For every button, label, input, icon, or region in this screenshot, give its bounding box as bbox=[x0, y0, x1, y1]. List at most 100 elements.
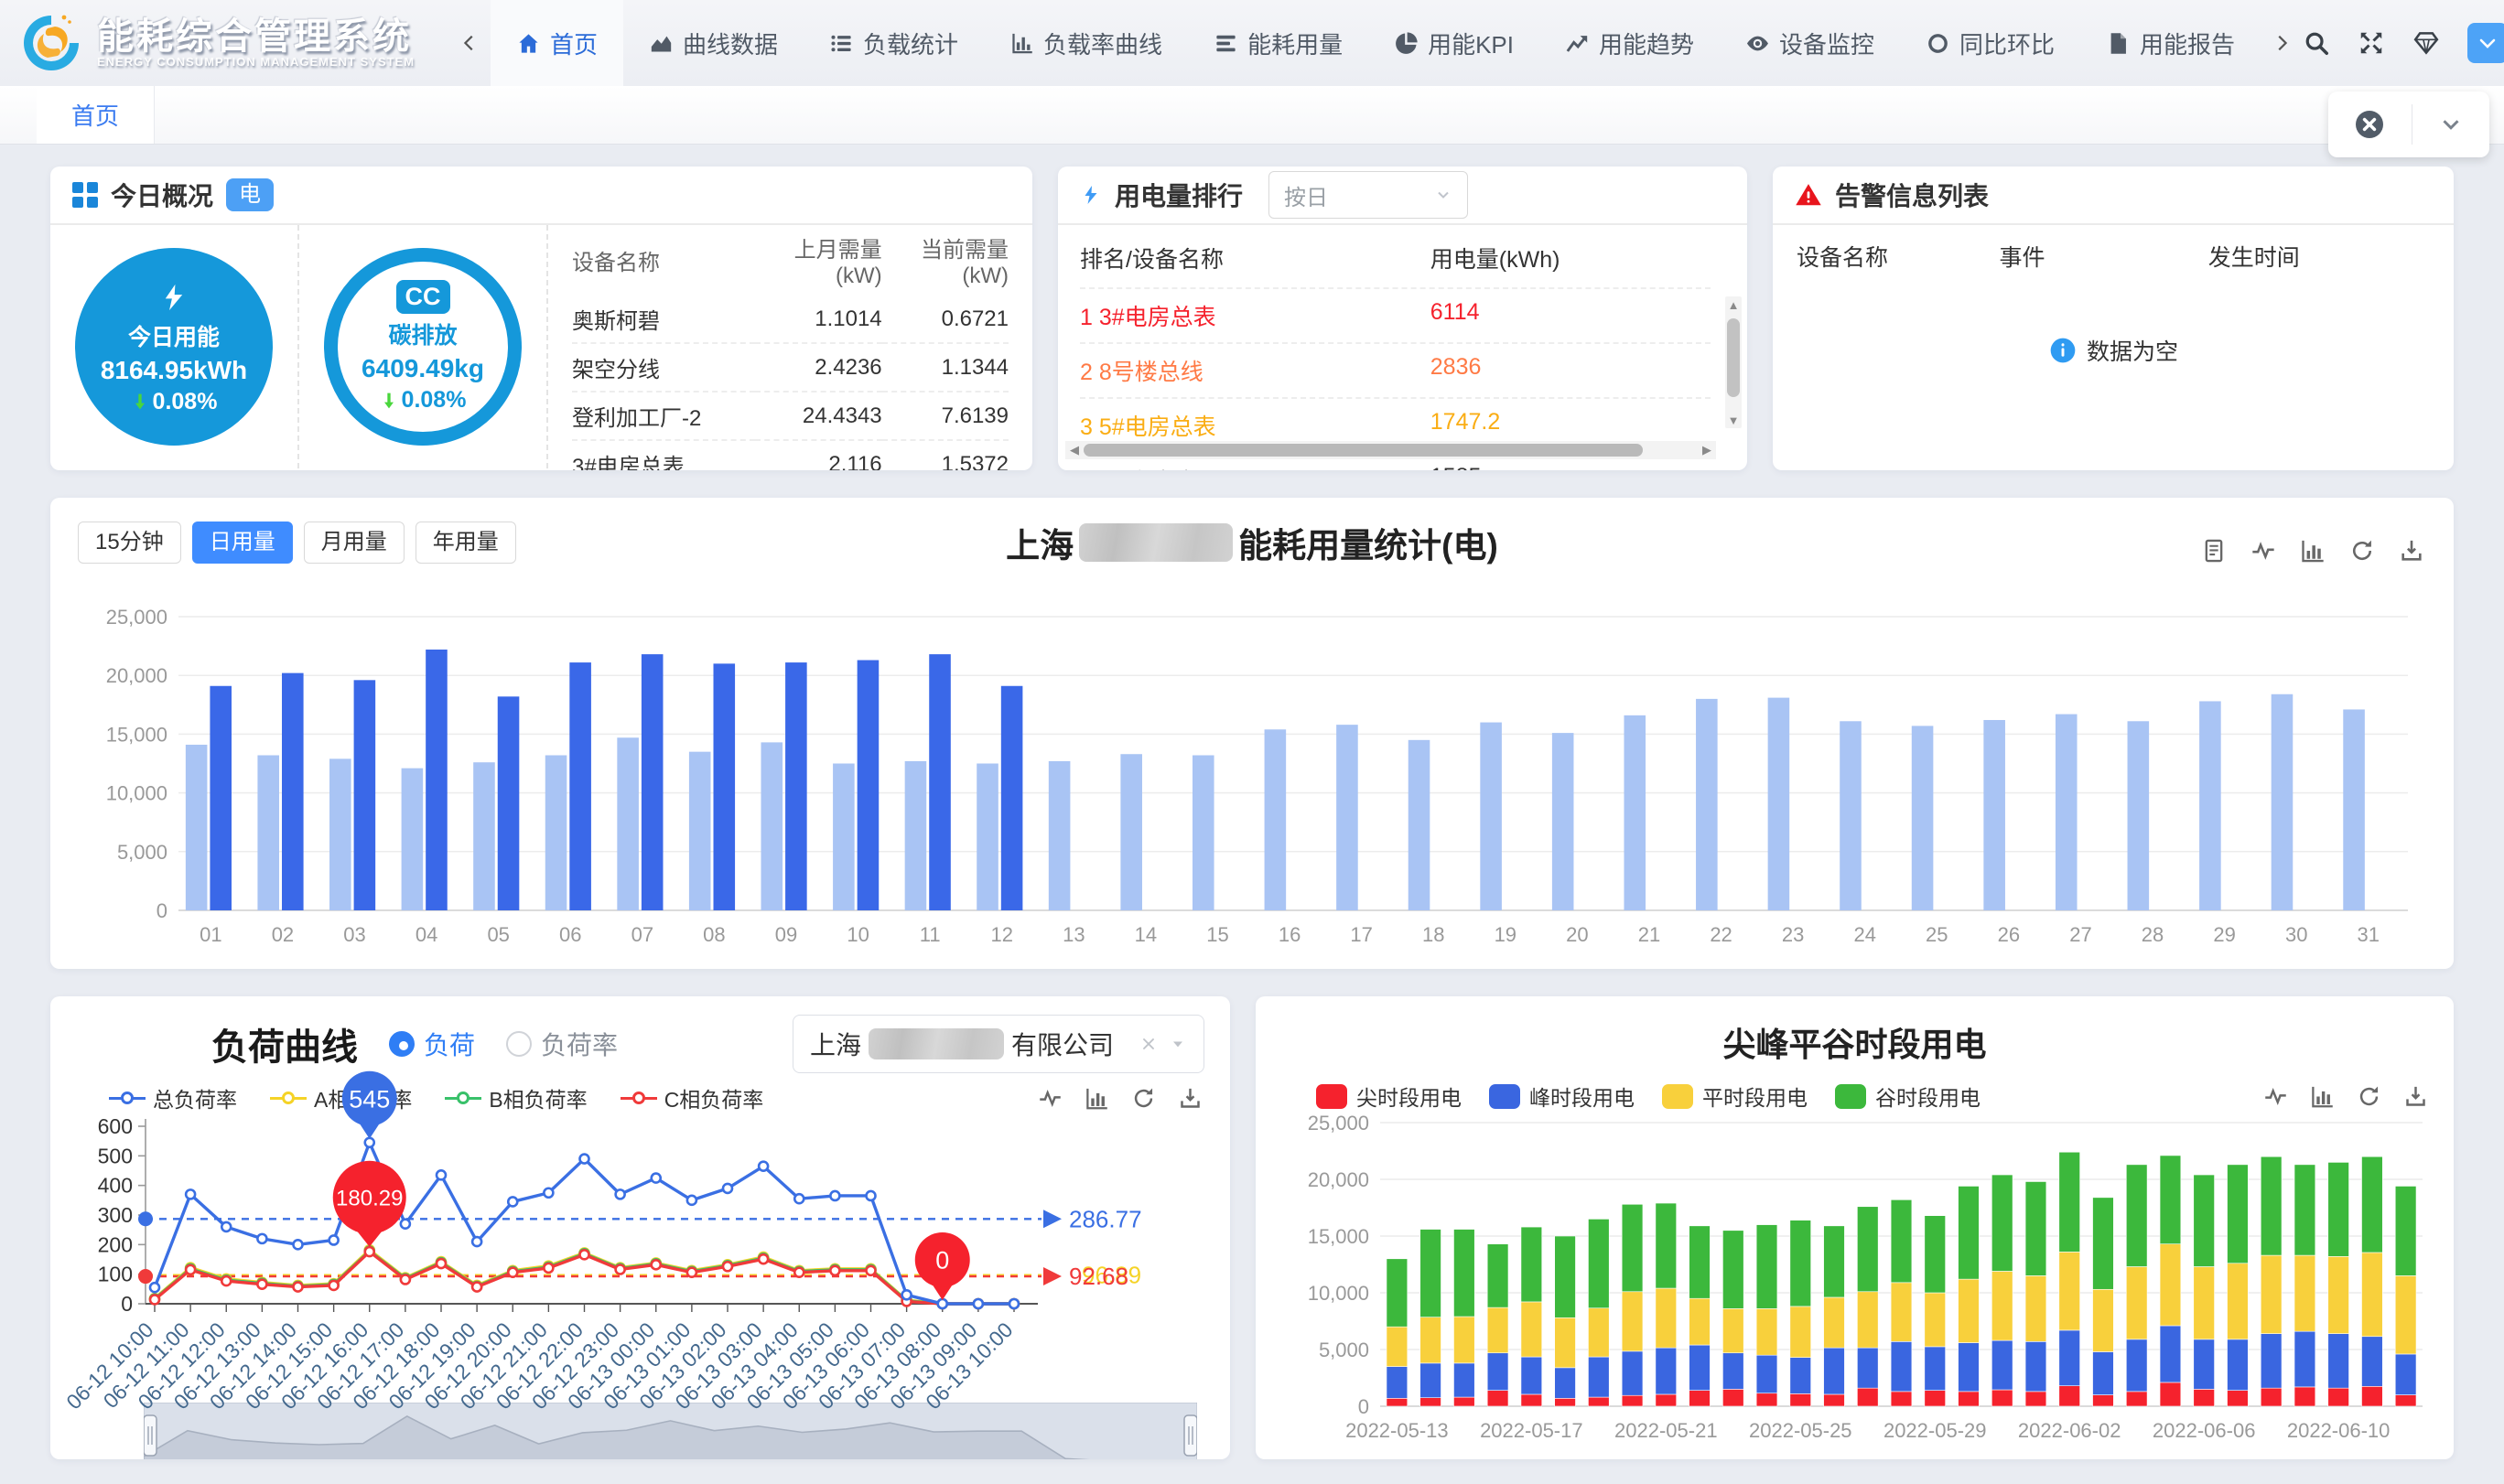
refresh-icon[interactable] bbox=[1131, 1086, 1156, 1111]
line-chart-icon[interactable] bbox=[1038, 1086, 1063, 1111]
nav-scroll-right-icon[interactable] bbox=[2261, 29, 2303, 57]
ranking-vertical-scrollbar[interactable]: ▲▼ bbox=[1725, 296, 1742, 428]
nav-item-能耗用量[interactable]: 能耗用量 bbox=[1188, 0, 1368, 86]
panel-today-overview: 今日概况 电 今日用能 8164.95kWh 0.08% bbox=[50, 167, 1032, 470]
legend-item-C相负荷率[interactable]: C相负荷率 bbox=[621, 1082, 764, 1113]
tab-home[interactable]: 首页 bbox=[37, 86, 155, 144]
ranking-period-value: 按日 bbox=[1284, 179, 1328, 211]
legend-item-尖时段用电[interactable]: 尖时段用电 bbox=[1316, 1081, 1462, 1112]
download-icon[interactable] bbox=[2403, 1084, 2428, 1109]
svg-text:14: 14 bbox=[1135, 923, 1157, 946]
bar-chart-icon[interactable] bbox=[2300, 538, 2326, 564]
svg-text:5,000: 5,000 bbox=[117, 841, 167, 864]
svg-text:0: 0 bbox=[1358, 1395, 1369, 1418]
range-button-年用量[interactable]: 年用量 bbox=[416, 522, 516, 564]
load-curve-datazoom-slider[interactable] bbox=[144, 1403, 1197, 1459]
nav-item-用能KPI[interactable]: 用能KPI bbox=[1368, 0, 1539, 86]
legend-item-B相负荷率[interactable]: B相负荷率 bbox=[445, 1082, 587, 1113]
alarm-col-time: 发生时间 bbox=[2208, 240, 2430, 273]
nav-scroll-left-icon[interactable] bbox=[448, 29, 491, 57]
legend-item-谷时段用电[interactable]: 谷时段用电 bbox=[1835, 1081, 1981, 1112]
tab-menu-chevron-icon[interactable] bbox=[2437, 111, 2465, 138]
nav-item-负载统计[interactable]: 负载统计 bbox=[804, 0, 984, 86]
radio-负荷[interactable]: 负荷 bbox=[389, 1026, 475, 1062]
chevron-down-icon bbox=[1434, 186, 1452, 204]
ranking-period-select[interactable]: 按日 bbox=[1268, 171, 1468, 219]
redacted-company-name bbox=[1079, 523, 1233, 562]
refresh-icon[interactable] bbox=[2349, 538, 2375, 564]
nav-item-label: 负载率曲线 bbox=[1043, 27, 1162, 60]
clear-icon[interactable] bbox=[1139, 1035, 1158, 1053]
svg-text:13: 13 bbox=[1063, 923, 1085, 946]
peak-chart-canvas: 05,00010,00015,00020,00025,0002022-05-13… bbox=[1281, 1113, 2434, 1448]
legend-item-峰时段用电[interactable]: 峰时段用电 bbox=[1489, 1081, 1635, 1112]
svg-text:09: 09 bbox=[775, 923, 797, 946]
electric-badge[interactable]: 电 bbox=[226, 178, 274, 211]
close-tab-icon[interactable] bbox=[2353, 108, 2386, 141]
svg-text:28: 28 bbox=[2142, 923, 2164, 946]
svg-text:01: 01 bbox=[200, 923, 221, 946]
load-curve-canvas: 010020030040050060006-12 10:0006-12 11:0… bbox=[61, 1115, 1221, 1401]
refresh-icon[interactable] bbox=[2357, 1084, 2381, 1109]
range-button-月用量[interactable]: 月用量 bbox=[304, 522, 405, 564]
ranking-horizontal-scrollbar[interactable]: ◀▶ bbox=[1065, 441, 1716, 459]
svg-text:25,000: 25,000 bbox=[106, 606, 167, 629]
today-energy-delta: 0.08% bbox=[153, 389, 218, 415]
svg-text:19: 19 bbox=[1495, 923, 1516, 946]
message-icon[interactable] bbox=[2467, 23, 2504, 63]
range-button-15分钟[interactable]: 15分钟 bbox=[78, 522, 181, 564]
search-icon[interactable] bbox=[2303, 29, 2330, 57]
svg-text:2022-05-25: 2022-05-25 bbox=[1749, 1419, 1852, 1442]
bar-chart-icon[interactable] bbox=[1085, 1086, 1109, 1111]
range-button-日用量[interactable]: 日用量 bbox=[192, 522, 293, 564]
svg-text:2022-05-29: 2022-05-29 bbox=[1883, 1419, 1987, 1442]
alarm-panel-title: 告警信息列表 bbox=[1835, 177, 1989, 213]
pie-icon bbox=[1394, 31, 1419, 56]
svg-text:200: 200 bbox=[98, 1232, 133, 1256]
bar-chart-icon[interactable] bbox=[2310, 1084, 2335, 1109]
load-chart-toolbar bbox=[1038, 1086, 1203, 1111]
svg-text:02: 02 bbox=[272, 923, 294, 946]
svg-text:11: 11 bbox=[920, 923, 941, 946]
data-view-icon[interactable] bbox=[2201, 538, 2227, 564]
alarm-warning-icon bbox=[1795, 181, 1822, 209]
svg-text:0: 0 bbox=[121, 1292, 133, 1316]
svg-text:30: 30 bbox=[2285, 923, 2307, 946]
ranking-row[interactable]: 2 8号楼总线2836 bbox=[1080, 344, 1711, 399]
ranking-row[interactable]: 1 3#电房总表6114 bbox=[1080, 289, 1711, 344]
nav-item-设备监控[interactable]: 设备监控 bbox=[1720, 0, 1900, 86]
radio-负荷率[interactable]: 负荷率 bbox=[506, 1026, 618, 1062]
nav-item-label: 用能KPI bbox=[1428, 27, 1514, 60]
nav-item-曲线数据[interactable]: 曲线数据 bbox=[623, 0, 804, 86]
legend-item-平时段用电[interactable]: 平时段用电 bbox=[1662, 1081, 1808, 1112]
svg-text:07: 07 bbox=[631, 923, 653, 946]
theme-gem-icon[interactable] bbox=[2412, 29, 2440, 57]
nav-item-同比环比[interactable]: 同比环比 bbox=[1900, 0, 2080, 86]
nav-item-label: 负载统计 bbox=[863, 27, 958, 60]
svg-text:15: 15 bbox=[1206, 923, 1228, 946]
svg-text:5,000: 5,000 bbox=[1319, 1339, 1369, 1361]
line-chart-icon[interactable] bbox=[2263, 1084, 2288, 1109]
company-select[interactable]: 上海 有限公司 bbox=[793, 1015, 1204, 1073]
line-chart-icon[interactable] bbox=[2250, 538, 2276, 564]
hlines-icon bbox=[1214, 31, 1238, 56]
download-icon[interactable] bbox=[1178, 1086, 1203, 1111]
caret-down-icon[interactable] bbox=[1169, 1035, 1187, 1053]
legend-item-总负荷率[interactable]: 总负荷率 bbox=[109, 1082, 237, 1113]
redacted-company-select bbox=[869, 1028, 1004, 1059]
svg-text:23: 23 bbox=[1782, 923, 1804, 946]
svg-text:400: 400 bbox=[98, 1174, 133, 1198]
app-root: 能耗综合管理系统 ENERGY CONSUMPTION MANAGEMENT S… bbox=[0, 0, 2504, 1484]
nav-item-负载率曲线[interactable]: 负载率曲线 bbox=[984, 0, 1188, 86]
peak-chart-legend: 尖时段用电峰时段用电平时段用电谷时段用电 bbox=[1316, 1081, 2008, 1112]
nav-item-label: 用能趋势 bbox=[1599, 27, 1694, 60]
svg-text:10,000: 10,000 bbox=[106, 782, 167, 805]
company-select-prefix: 上海 bbox=[810, 1026, 861, 1062]
download-icon[interactable] bbox=[2399, 538, 2424, 564]
nav-item-用能趋势[interactable]: 用能趋势 bbox=[1539, 0, 1720, 86]
nav-item-用能报告[interactable]: 用能报告 bbox=[2080, 0, 2261, 86]
demand-col-current: 当前需量 (kW) bbox=[882, 234, 1009, 296]
nav-item-首页[interactable]: 首页 bbox=[491, 0, 623, 86]
today-energy-value: 8164.95kWh bbox=[101, 356, 247, 385]
fullscreen-icon[interactable] bbox=[2358, 29, 2385, 57]
